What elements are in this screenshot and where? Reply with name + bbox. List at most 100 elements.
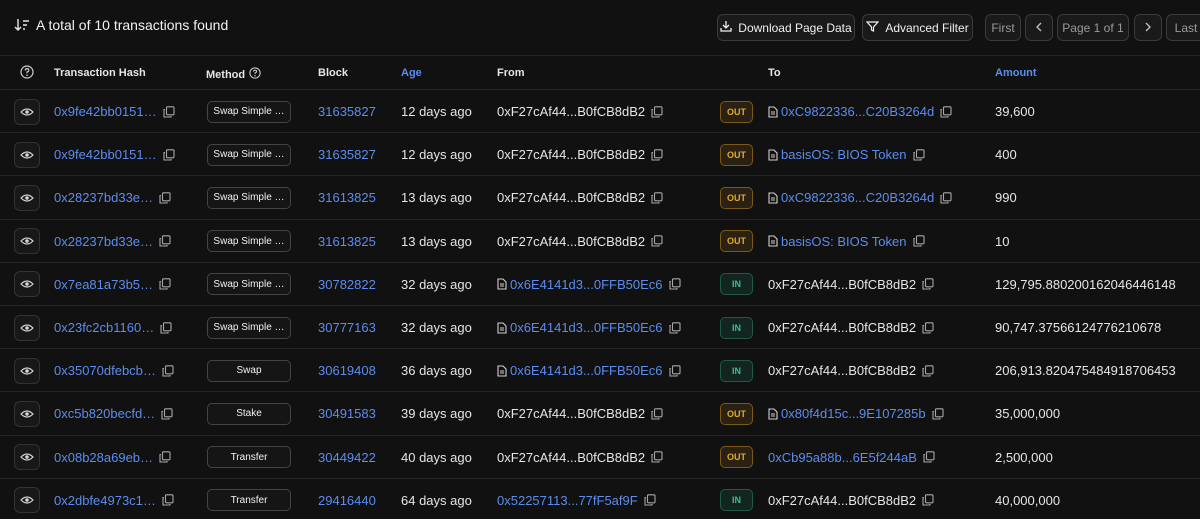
block-link[interactable]: 31635827 (318, 147, 376, 162)
download-icon (720, 20, 732, 35)
eye-icon[interactable] (14, 357, 40, 384)
eye-icon[interactable] (14, 487, 40, 514)
copy-icon[interactable] (940, 105, 952, 118)
sort-descending-icon[interactable] (14, 18, 30, 32)
direction-badge-out: OUT (720, 143, 753, 166)
from-address: 0xF27cAf44...B0fCB8dB2 (497, 104, 646, 119)
from-address[interactable]: 0x6E4141d3...0FFB50Ec6 (510, 363, 663, 378)
eye-icon[interactable] (14, 400, 40, 427)
eye-icon[interactable] (14, 98, 40, 125)
document-icon (768, 149, 778, 161)
copy-icon[interactable] (161, 408, 173, 420)
copy-icon[interactable] (922, 364, 934, 377)
copy-icon[interactable] (159, 278, 171, 290)
column-header-amount[interactable]: Amount (995, 67, 1037, 79)
copy-icon[interactable] (932, 408, 944, 420)
copy-icon[interactable] (668, 321, 681, 334)
copy-icon[interactable] (159, 192, 171, 204)
age-cell: 12 days ago (401, 133, 472, 176)
copy-icon[interactable] (922, 494, 934, 506)
block-cell: 30619408 (318, 349, 376, 392)
copy-icon[interactable] (651, 408, 663, 420)
transaction-hash-link[interactable]: 0x9fe42bb0151… (54, 104, 157, 119)
previous-page-button[interactable] (1025, 14, 1053, 41)
copy-icon[interactable] (668, 364, 681, 377)
from-address: 0xF27cAf44...B0fCB8dB2 (497, 406, 646, 422)
from-address[interactable]: 0x6E4141d3...0FFB50Ec6 (510, 277, 663, 292)
copy-icon[interactable] (668, 278, 681, 290)
block-link[interactable]: 31613825 (318, 234, 376, 249)
copy-icon[interactable] (644, 494, 656, 506)
from-cell: 0xF27cAf44...B0fCB8dB2 (497, 133, 663, 176)
to-address[interactable]: 0x80f4d15c...9E107285b (781, 406, 926, 421)
copy-icon[interactable] (651, 105, 663, 118)
preview-cell (14, 349, 40, 392)
copy-icon[interactable] (651, 148, 663, 161)
copy-icon[interactable] (940, 192, 952, 204)
copy-icon[interactable] (159, 451, 171, 463)
download-page-data-button[interactable]: Download Page Data (717, 14, 855, 41)
block-link[interactable]: 30619408 (318, 363, 376, 378)
preview-cell (14, 392, 40, 435)
hash-cell: 0x28237bd33e… (54, 176, 171, 219)
transaction-hash-link[interactable]: 0xc5b820becfd… (54, 406, 155, 421)
eye-icon[interactable] (14, 314, 40, 341)
document-icon (768, 105, 778, 118)
method-cell: Swap Simple … (207, 90, 291, 133)
transaction-hash-link[interactable]: 0x2dbfe4973c1… (54, 493, 156, 508)
copy-icon[interactable] (162, 494, 174, 506)
eye-icon[interactable] (14, 444, 40, 471)
copy-icon[interactable] (923, 451, 935, 463)
block-link[interactable]: 30782822 (318, 277, 376, 292)
copy-icon[interactable] (922, 278, 934, 290)
direction-cell: IN (720, 263, 753, 306)
copy-icon[interactable] (162, 364, 174, 377)
method-help-icon[interactable] (249, 67, 261, 82)
copy-icon[interactable] (651, 192, 663, 204)
copy-icon[interactable] (651, 451, 663, 463)
copy-icon[interactable] (159, 235, 171, 247)
copy-icon[interactable] (651, 235, 663, 247)
to-address[interactable]: basisOS: BIOS Token (781, 147, 907, 162)
block-link[interactable]: 30777163 (318, 320, 376, 335)
transaction-hash-link[interactable]: 0x23fc2cb1160… (54, 320, 154, 335)
eye-icon[interactable] (14, 184, 40, 211)
to-cell: 0xC9822336...C20B3264d (768, 90, 952, 133)
to-address[interactable]: 0xC9822336...C20B3264d (781, 190, 934, 205)
block-link[interactable]: 30449422 (318, 450, 376, 465)
from-address[interactable]: 0x52257113...77fF5af9F (497, 493, 638, 508)
advanced-filter-button[interactable]: Advanced Filter (862, 14, 973, 41)
transaction-hash-link[interactable]: 0x7ea81a73b5… (54, 277, 153, 292)
to-address[interactable]: 0xC9822336...C20B3264d (781, 104, 934, 119)
transaction-hash-link[interactable]: 0x08b28a69eb… (54, 450, 153, 465)
copy-icon[interactable] (912, 148, 925, 161)
next-page-button[interactable] (1134, 14, 1162, 41)
block-link[interactable]: 30491583 (318, 406, 376, 421)
transaction-hash-link[interactable]: 0x28237bd33e… (54, 190, 153, 205)
copy-icon[interactable] (922, 321, 934, 334)
eye-icon[interactable] (14, 271, 40, 298)
first-page-button[interactable]: First (985, 14, 1021, 41)
question-circle-icon[interactable] (20, 65, 34, 79)
transaction-hash-link[interactable]: 0x28237bd33e… (54, 234, 153, 249)
from-address[interactable]: 0x6E4141d3...0FFB50Ec6 (510, 320, 663, 335)
block-link[interactable]: 31613825 (318, 190, 376, 205)
to-address[interactable]: 0xCb95a88b...6E5f244aB (768, 450, 917, 465)
block-link[interactable]: 31635827 (318, 104, 376, 119)
column-header-age[interactable]: Age (401, 67, 422, 79)
age-text: 32 days ago (401, 276, 472, 292)
copy-icon[interactable] (912, 235, 925, 247)
block-link[interactable]: 29416440 (318, 493, 376, 508)
direction-badge-out: OUT (720, 230, 753, 253)
column-hash-label: Transaction Hash (54, 67, 146, 79)
to-address[interactable]: basisOS: BIOS Token (781, 234, 907, 249)
eye-icon[interactable] (14, 228, 40, 255)
copy-icon[interactable] (163, 105, 175, 118)
eye-icon[interactable] (14, 141, 40, 168)
copy-icon[interactable] (160, 321, 172, 334)
last-page-button[interactable]: Last (1166, 14, 1200, 41)
transaction-hash-link[interactable]: 0x35070dfebcb… (54, 363, 156, 378)
transaction-hash-link[interactable]: 0x9fe42bb0151… (54, 147, 157, 162)
copy-icon[interactable] (163, 148, 175, 161)
direction-cell: OUT (720, 90, 753, 133)
